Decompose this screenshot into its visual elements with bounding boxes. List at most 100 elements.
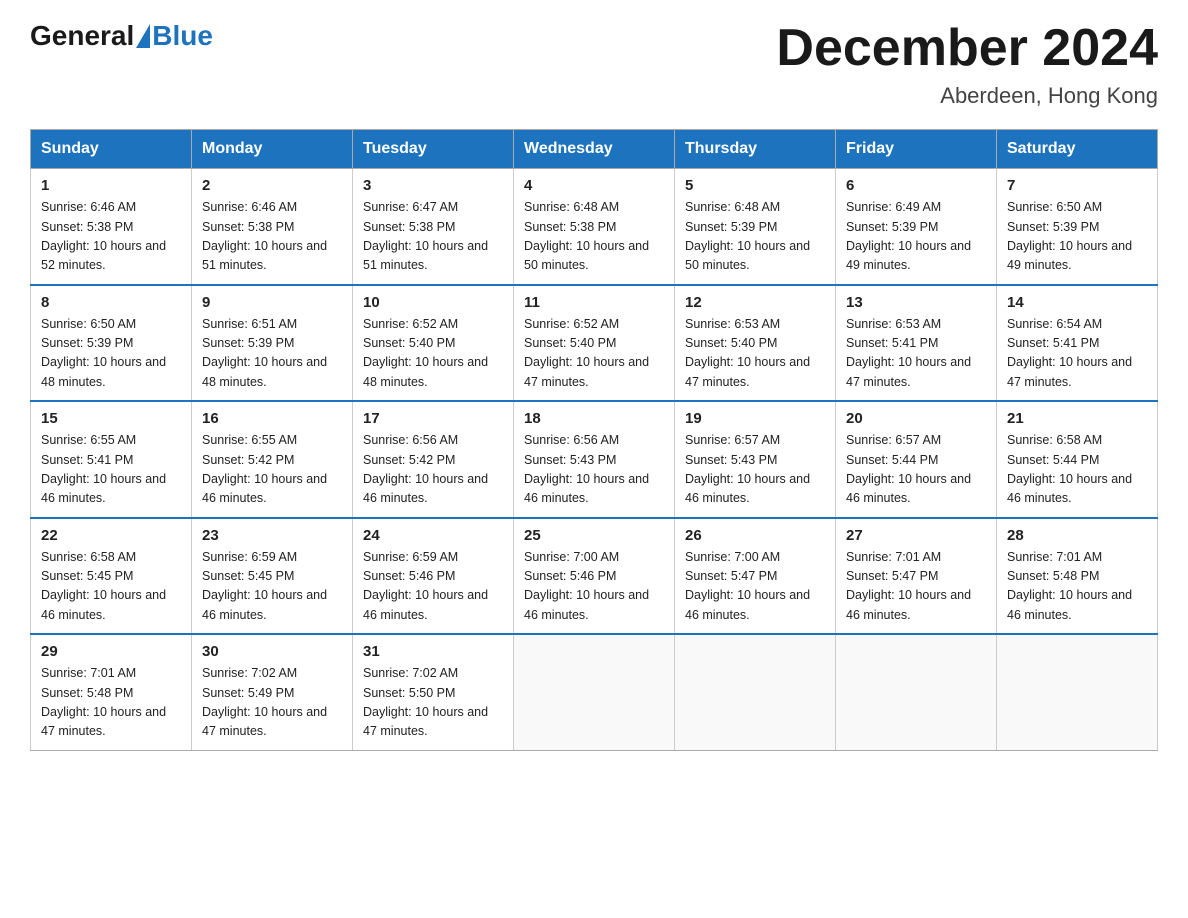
day-number: 2	[202, 177, 342, 194]
day-info: Sunrise: 7:00 AMSunset: 5:47 PMDaylight:…	[685, 548, 825, 626]
calendar-day-cell	[514, 634, 675, 750]
day-number: 26	[685, 527, 825, 544]
calendar-day-cell: 25Sunrise: 7:00 AMSunset: 5:46 PMDayligh…	[514, 518, 675, 635]
calendar-day-cell: 18 Sunrise: 6:56 AMSunset: 5:43 PMDayligh…	[514, 401, 675, 518]
day-info: Sunrise: 7:01 AMSunset: 5:48 PMDaylight:…	[1007, 548, 1147, 626]
day-info: Sunrise: 6:58 AMSunset: 5:45 PMDaylight:…	[41, 548, 181, 626]
day-info: Sunrise: 7:01 AMSunset: 5:47 PMDaylight:…	[846, 548, 986, 626]
day-info: Sunrise: 6:46 AMSunset: 5:38 PMDaylight:…	[202, 198, 342, 276]
day-number: 24	[363, 527, 503, 544]
calendar-day-cell: 7 Sunrise: 6:50 AMSunset: 5:39 PMDaylight…	[997, 169, 1158, 285]
calendar-day-cell: 6 Sunrise: 6:49 AMSunset: 5:39 PMDaylight…	[836, 169, 997, 285]
day-info: Sunrise: 6:52 AMSunset: 5:40 PMDaylight:…	[524, 315, 664, 393]
day-info: Sunrise: 6:57 AMSunset: 5:44 PMDaylight:…	[846, 431, 986, 509]
day-info: Sunrise: 7:01 AMSunset: 5:48 PMDaylight:…	[41, 664, 181, 742]
day-number: 18	[524, 410, 664, 427]
day-number: 12	[685, 294, 825, 311]
calendar-day-cell	[836, 634, 997, 750]
calendar-day-cell: 31 Sunrise: 7:02 AMSunset: 5:50 PMDayligh…	[353, 634, 514, 750]
title-block: December 2024 Aberdeen, Hong Kong	[776, 20, 1158, 109]
day-number: 6	[846, 177, 986, 194]
day-number: 9	[202, 294, 342, 311]
weekday-header-sunday: Sunday	[31, 130, 192, 169]
day-info: Sunrise: 6:49 AMSunset: 5:39 PMDaylight:…	[846, 198, 986, 276]
calendar-day-cell: 1 Sunrise: 6:46 AMSunset: 5:38 PMDaylight…	[31, 169, 192, 285]
day-info: Sunrise: 6:55 AMSunset: 5:41 PMDaylight:…	[41, 431, 181, 509]
calendar-day-cell: 14 Sunrise: 6:54 AMSunset: 5:41 PMDayligh…	[997, 285, 1158, 402]
calendar-week-row: 1 Sunrise: 6:46 AMSunset: 5:38 PMDaylight…	[31, 169, 1158, 285]
day-info: Sunrise: 6:50 AMSunset: 5:39 PMDaylight:…	[41, 315, 181, 393]
day-number: 28	[1007, 527, 1147, 544]
day-info: Sunrise: 6:59 AMSunset: 5:45 PMDaylight:…	[202, 548, 342, 626]
day-number: 4	[524, 177, 664, 194]
calendar-day-cell: 15Sunrise: 6:55 AMSunset: 5:41 PMDayligh…	[31, 401, 192, 518]
day-number: 5	[685, 177, 825, 194]
calendar-day-cell: 27 Sunrise: 7:01 AMSunset: 5:47 PMDayligh…	[836, 518, 997, 635]
calendar-day-cell: 28 Sunrise: 7:01 AMSunset: 5:48 PMDayligh…	[997, 518, 1158, 635]
logo: General Blue	[30, 20, 213, 52]
logo-general-text: General	[30, 20, 134, 52]
calendar-day-cell: 2 Sunrise: 6:46 AMSunset: 5:38 PMDaylight…	[192, 169, 353, 285]
weekday-header-friday: Friday	[836, 130, 997, 169]
day-number: 25	[524, 527, 664, 544]
logo-triangle-icon	[136, 24, 150, 48]
calendar-day-cell	[997, 634, 1158, 750]
calendar-week-row: 15Sunrise: 6:55 AMSunset: 5:41 PMDayligh…	[31, 401, 1158, 518]
day-info: Sunrise: 6:54 AMSunset: 5:41 PMDaylight:…	[1007, 315, 1147, 393]
calendar-day-cell: 4 Sunrise: 6:48 AMSunset: 5:38 PMDaylight…	[514, 169, 675, 285]
day-info: Sunrise: 6:56 AMSunset: 5:43 PMDaylight:…	[524, 431, 664, 509]
day-number: 7	[1007, 177, 1147, 194]
calendar-day-cell: 19Sunrise: 6:57 AMSunset: 5:43 PMDayligh…	[675, 401, 836, 518]
day-number: 8	[41, 294, 181, 311]
calendar-week-row: 8 Sunrise: 6:50 AMSunset: 5:39 PMDaylight…	[31, 285, 1158, 402]
day-number: 22	[41, 527, 181, 544]
page-header: General Blue December 2024 Aberdeen, Hon…	[30, 20, 1158, 109]
calendar-day-cell: 10 Sunrise: 6:52 AMSunset: 5:40 PMDayligh…	[353, 285, 514, 402]
day-info: Sunrise: 7:02 AMSunset: 5:50 PMDaylight:…	[363, 664, 503, 742]
calendar-week-row: 29 Sunrise: 7:01 AMSunset: 5:48 PMDayligh…	[31, 634, 1158, 750]
day-info: Sunrise: 6:47 AMSunset: 5:38 PMDaylight:…	[363, 198, 503, 276]
day-info: Sunrise: 7:02 AMSunset: 5:49 PMDaylight:…	[202, 664, 342, 742]
day-number: 20	[846, 410, 986, 427]
day-info: Sunrise: 6:59 AMSunset: 5:46 PMDaylight:…	[363, 548, 503, 626]
day-number: 21	[1007, 410, 1147, 427]
calendar-day-cell: 22 Sunrise: 6:58 AMSunset: 5:45 PMDayligh…	[31, 518, 192, 635]
weekday-header-thursday: Thursday	[675, 130, 836, 169]
calendar-day-cell	[675, 634, 836, 750]
day-number: 14	[1007, 294, 1147, 311]
day-number: 29	[41, 643, 181, 660]
day-number: 17	[363, 410, 503, 427]
logo-blue-text: Blue	[152, 20, 213, 52]
calendar-day-cell: 20 Sunrise: 6:57 AMSunset: 5:44 PMDayligh…	[836, 401, 997, 518]
day-info: Sunrise: 6:50 AMSunset: 5:39 PMDaylight:…	[1007, 198, 1147, 276]
day-number: 3	[363, 177, 503, 194]
calendar-header-row: SundayMondayTuesdayWednesdayThursdayFrid…	[31, 130, 1158, 169]
day-number: 31	[363, 643, 503, 660]
weekday-header-monday: Monday	[192, 130, 353, 169]
day-number: 10	[363, 294, 503, 311]
day-number: 16	[202, 410, 342, 427]
weekday-header-saturday: Saturday	[997, 130, 1158, 169]
day-info: Sunrise: 6:52 AMSunset: 5:40 PMDaylight:…	[363, 315, 503, 393]
calendar-day-cell: 9 Sunrise: 6:51 AMSunset: 5:39 PMDaylight…	[192, 285, 353, 402]
calendar-day-cell: 17 Sunrise: 6:56 AMSunset: 5:42 PMDayligh…	[353, 401, 514, 518]
day-info: Sunrise: 6:53 AMSunset: 5:41 PMDaylight:…	[846, 315, 986, 393]
calendar-day-cell: 24 Sunrise: 6:59 AMSunset: 5:46 PMDayligh…	[353, 518, 514, 635]
month-year-title: December 2024	[776, 20, 1158, 77]
day-number: 30	[202, 643, 342, 660]
day-number: 11	[524, 294, 664, 311]
calendar-day-cell: 8 Sunrise: 6:50 AMSunset: 5:39 PMDaylight…	[31, 285, 192, 402]
day-number: 23	[202, 527, 342, 544]
day-info: Sunrise: 6:56 AMSunset: 5:42 PMDaylight:…	[363, 431, 503, 509]
day-info: Sunrise: 6:46 AMSunset: 5:38 PMDaylight:…	[41, 198, 181, 276]
calendar-day-cell: 13Sunrise: 6:53 AMSunset: 5:41 PMDayligh…	[836, 285, 997, 402]
calendar-day-cell: 23 Sunrise: 6:59 AMSunset: 5:45 PMDayligh…	[192, 518, 353, 635]
day-number: 1	[41, 177, 181, 194]
calendar-table: SundayMondayTuesdayWednesdayThursdayFrid…	[30, 129, 1158, 751]
weekday-header-tuesday: Tuesday	[353, 130, 514, 169]
day-info: Sunrise: 6:55 AMSunset: 5:42 PMDaylight:…	[202, 431, 342, 509]
day-number: 27	[846, 527, 986, 544]
day-info: Sunrise: 6:51 AMSunset: 5:39 PMDaylight:…	[202, 315, 342, 393]
calendar-day-cell: 21Sunrise: 6:58 AMSunset: 5:44 PMDayligh…	[997, 401, 1158, 518]
day-info: Sunrise: 6:48 AMSunset: 5:38 PMDaylight:…	[524, 198, 664, 276]
